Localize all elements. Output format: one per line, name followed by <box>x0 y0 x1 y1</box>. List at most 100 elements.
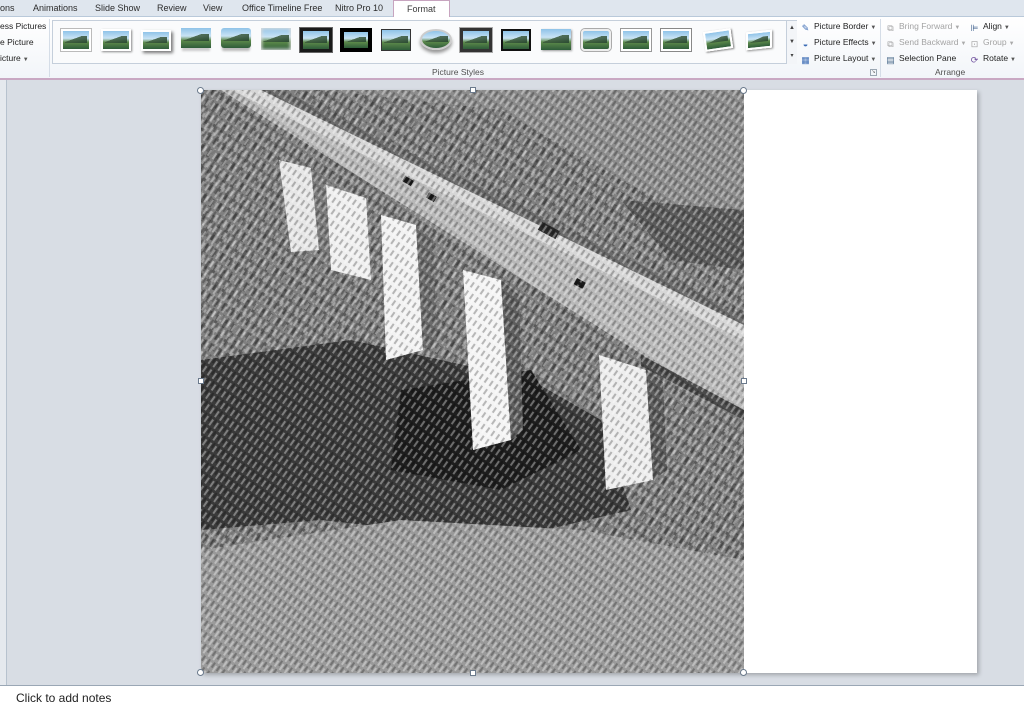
picture-layout-label: Picture Layout <box>814 53 869 63</box>
tab-view[interactable]: View <box>203 2 222 17</box>
style-preview-image <box>501 29 531 51</box>
chevron-down-icon: ▼ <box>954 25 961 31</box>
picture-effects-icon: ◒ <box>802 39 809 49</box>
group-icon: ⊡ <box>970 39 979 49</box>
notes-placeholder: Click to add notes <box>16 691 112 705</box>
style-preview-image <box>141 30 171 51</box>
rotate-button[interactable]: ⟳ Rotate ▼ <box>969 51 1016 65</box>
gallery-scroll-up-button[interactable]: ▲ <box>786 21 797 35</box>
style-rounded-reflected[interactable] <box>219 26 253 56</box>
align-button[interactable]: ⊫ Align ▼ <box>969 19 1010 33</box>
picture-styles-launcher-icon[interactable]: ↘ <box>870 69 877 76</box>
resize-handle-top[interactable] <box>470 87 476 93</box>
picture-border-icon: ✎ <box>801 23 810 33</box>
tab-nitro-pro[interactable]: Nitro Pro 10 <box>335 2 383 17</box>
chevron-down-icon: ▼ <box>1003 25 1010 31</box>
picture-border-label: Picture Border <box>814 21 869 31</box>
reset-picture-label: icture <box>0 53 21 63</box>
style-perspective[interactable] <box>743 26 777 56</box>
send-backward-button[interactable]: ⧉ Send Backward ▼ <box>885 35 967 49</box>
tab-format[interactable]: Format <box>393 0 450 18</box>
style-preview-image <box>460 28 492 52</box>
style-metal-frame[interactable] <box>459 26 493 56</box>
picture-effects-button[interactable]: ◒ Picture Effects ▼ <box>800 35 877 49</box>
style-preview-image <box>702 28 734 52</box>
gallery-scroll-down-button[interactable]: ▼ <box>786 35 797 49</box>
tab-animations[interactable]: Animations <box>33 2 78 17</box>
style-reflected[interactable] <box>179 26 213 56</box>
style-rounded-diagonal[interactable] <box>579 26 613 56</box>
style-soft-edge[interactable] <box>99 26 133 56</box>
send-backward-icon: ⧉ <box>887 39 894 49</box>
style-preview-image <box>101 29 131 51</box>
resize-handle-top-left[interactable] <box>197 87 204 94</box>
compress-pictures-button[interactable]: ess Pictures <box>0 19 46 33</box>
resize-handle-bottom[interactable] <box>470 670 476 676</box>
style-simple-frame[interactable] <box>59 26 93 56</box>
picture-effects-label: Picture Effects <box>814 37 869 47</box>
tab-slide-show[interactable]: Slide Show <box>95 2 140 17</box>
reset-picture-button[interactable]: icture ▼ <box>0 51 29 65</box>
style-preview-image <box>181 28 211 48</box>
style-drop-shadow[interactable] <box>139 26 173 56</box>
tab-office-timeline[interactable]: Office Timeline Free <box>242 2 322 17</box>
bring-forward-label: Bring Forward <box>899 21 953 31</box>
style-moderate-frame[interactable] <box>659 26 693 56</box>
style-preview-image <box>581 29 611 51</box>
chevron-down-icon: ▼ <box>1008 41 1015 47</box>
chevron-down-icon: ▼ <box>1010 57 1016 63</box>
align-label: Align <box>983 21 1002 31</box>
resize-handle-left[interactable] <box>198 378 204 384</box>
picture-layout-icon: ▦ <box>801 55 810 65</box>
style-thick-matte-black[interactable] <box>339 26 373 56</box>
picture-layout-button[interactable]: ▦ Picture Layout ▼ <box>800 51 876 65</box>
chevron-down-icon: ▼ <box>22 57 29 63</box>
chevron-down-icon: ▼ <box>960 41 967 47</box>
resize-handle-bottom-right[interactable] <box>740 669 747 676</box>
style-rotated-white[interactable] <box>701 26 735 56</box>
tab-review[interactable]: Review <box>157 2 187 17</box>
resize-handle-top-right[interactable] <box>740 87 747 94</box>
style-preview-image <box>61 29 91 51</box>
style-center-shadow[interactable] <box>499 26 533 56</box>
change-picture-button[interactable]: e Picture <box>0 35 34 49</box>
style-soft-rect[interactable] <box>259 26 293 56</box>
chevron-down-icon: ▼ <box>870 41 877 47</box>
tab-add-ins[interactable]: ons <box>0 2 15 17</box>
style-oval[interactable] <box>419 26 453 56</box>
bring-forward-icon: ⧉ <box>887 23 894 33</box>
bridge-photo-image <box>201 90 744 673</box>
picture-styles-gallery: ▲ ▼ ▾ <box>52 20 797 64</box>
gallery-more-button[interactable]: ▾ <box>786 49 797 64</box>
selection-pane-button[interactable]: ▤ Selection Pane <box>885 51 956 65</box>
chevron-down-icon: ▼ <box>870 57 877 63</box>
picture-styles-group-label: Picture Styles <box>432 67 484 77</box>
style-preview-image <box>340 28 372 52</box>
group-label: Group <box>983 37 1007 47</box>
group-separator <box>49 19 50 77</box>
bring-forward-button[interactable]: ⧉ Bring Forward ▼ <box>885 19 960 33</box>
resize-handle-bottom-left[interactable] <box>197 669 204 676</box>
style-preview-image <box>746 29 772 51</box>
chevron-down-icon: ▼ <box>870 25 877 31</box>
style-snip-diagonal[interactable] <box>619 26 653 56</box>
selected-picture[interactable] <box>201 90 744 673</box>
resize-handle-right[interactable] <box>741 378 747 384</box>
ribbon-tab-bar: ons Animations Slide Show Review View Of… <box>0 0 1024 18</box>
style-preview-image <box>261 28 291 50</box>
style-simple-black[interactable] <box>379 26 413 56</box>
ribbon: ess Pictures e Picture icture ▼ ▲ ▼ ▾ ✎ Pi… <box>0 17 1024 80</box>
selection-pane-icon: ▤ <box>886 55 895 65</box>
style-double-frame-black[interactable] <box>299 26 333 56</box>
style-preview-image <box>661 29 691 51</box>
notes-pane[interactable]: Click to add notes <box>0 685 1024 707</box>
style-preview-image <box>381 29 411 51</box>
style-preview-image <box>541 29 571 50</box>
style-bevel[interactable] <box>539 26 573 56</box>
rotate-label: Rotate <box>983 53 1009 63</box>
picture-border-button[interactable]: ✎ Picture Border ▼ <box>800 19 877 33</box>
group-separator <box>880 19 881 77</box>
group-button[interactable]: ⊡ Group ▼ <box>969 35 1015 49</box>
style-preview-image <box>300 28 332 52</box>
slides-pane-edge[interactable] <box>0 80 7 685</box>
